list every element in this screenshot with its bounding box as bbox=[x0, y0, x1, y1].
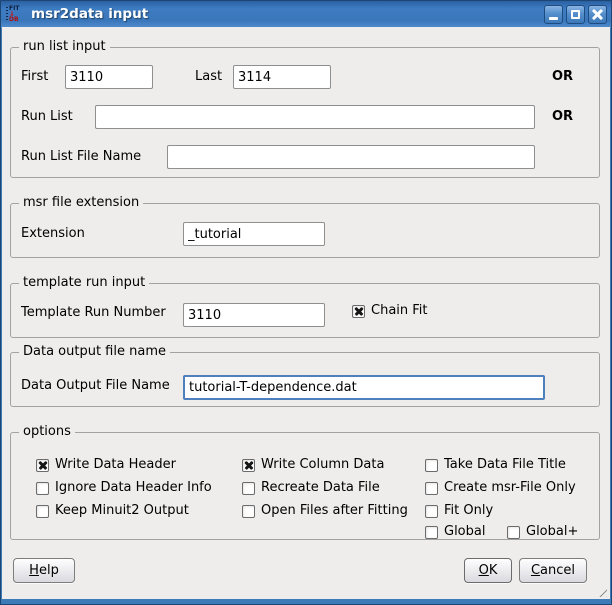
checkbox-icon bbox=[36, 482, 49, 495]
minimize-icon[interactable] bbox=[544, 5, 563, 24]
ignore-data-header-info-checkbox[interactable]: Ignore Data Header Info bbox=[36, 478, 212, 498]
global-plus-checkbox[interactable]: Global+ bbox=[507, 522, 578, 542]
help-button[interactable]: Help bbox=[13, 558, 75, 583]
group-template-run-input: template run input Template Run Number C… bbox=[10, 283, 600, 338]
keep-minuit2-output-checkbox[interactable]: Keep Minuit2 Output bbox=[36, 501, 189, 521]
checkbox-icon bbox=[425, 505, 438, 518]
run-list-input[interactable] bbox=[95, 105, 535, 129]
checkbox-label: Global+ bbox=[526, 524, 578, 540]
checkbox-label: Keep Minuit2 Output bbox=[55, 503, 189, 519]
checkbox-label: Recreate Data File bbox=[261, 480, 380, 496]
checkbox-label: Open Files after Fitting bbox=[261, 503, 408, 519]
template-run-number-input[interactable] bbox=[183, 303, 325, 327]
write-column-data-checkbox[interactable]: Write Column Data bbox=[242, 455, 384, 475]
run-list-label: Run List bbox=[21, 109, 73, 125]
data-output-file-name-input[interactable] bbox=[183, 375, 545, 400]
or-label-2: OR bbox=[552, 109, 573, 125]
group-title-options: options bbox=[19, 424, 75, 440]
checkbox-label: Ignore Data Header Info bbox=[55, 480, 212, 496]
extension-label: Extension bbox=[21, 226, 85, 242]
ok-button[interactable]: OK bbox=[464, 558, 512, 583]
checkbox-label: Take Data File Title bbox=[444, 457, 566, 473]
checkbox-label: Fit Only bbox=[444, 503, 493, 519]
group-msr-file-extension: msr file extension Extension bbox=[10, 203, 600, 258]
data-output-file-name-label: Data Output File Name bbox=[21, 378, 170, 394]
group-data-output-file-name: Data output file name Data Output File N… bbox=[10, 352, 600, 407]
close-icon[interactable] bbox=[588, 5, 607, 24]
checkbox-label: Global bbox=[444, 524, 485, 540]
checkbox-label: Write Column Data bbox=[261, 457, 384, 473]
run-list-file-name-input[interactable] bbox=[167, 145, 535, 169]
create-msr-file-only-checkbox[interactable]: Create msr-File Only bbox=[425, 478, 576, 498]
group-options: options Write Data Header Ignore Data He… bbox=[10, 432, 600, 540]
open-files-after-fitting-checkbox[interactable]: Open Files after Fitting bbox=[242, 501, 408, 521]
group-run-list-input: run list input First Last OR Run List OR… bbox=[10, 47, 600, 178]
extension-input[interactable] bbox=[183, 222, 325, 246]
checkbox-icon bbox=[425, 526, 438, 539]
last-label: Last bbox=[195, 69, 222, 85]
or-label-1: OR bbox=[552, 69, 573, 85]
msr2data-dialog: FIT ↓ DB msr2data input run list input F… bbox=[0, 0, 612, 605]
group-title-run-list: run list input bbox=[19, 39, 110, 55]
last-input[interactable] bbox=[233, 65, 331, 89]
chain-fit-label: Chain Fit bbox=[371, 303, 428, 319]
checkbox-icon bbox=[425, 482, 438, 495]
chain-fit-checkbox[interactable]: Chain Fit bbox=[352, 301, 428, 321]
cancel-button[interactable]: Cancel bbox=[519, 558, 587, 583]
group-title-template-run: template run input bbox=[19, 275, 149, 291]
checkbox-icon bbox=[242, 482, 255, 495]
checkbox-icon bbox=[242, 505, 255, 518]
fit-only-checkbox[interactable]: Fit Only bbox=[425, 501, 493, 521]
checkbox-icon bbox=[425, 459, 438, 472]
write-data-header-checkbox[interactable]: Write Data Header bbox=[36, 455, 176, 475]
first-input[interactable] bbox=[65, 65, 153, 89]
recreate-data-file-checkbox[interactable]: Recreate Data File bbox=[242, 478, 380, 498]
checkbox-icon bbox=[36, 505, 49, 518]
titlebar: FIT ↓ DB msr2data input bbox=[1, 1, 611, 28]
window-title: msr2data input bbox=[31, 6, 148, 22]
checkbox-icon bbox=[36, 459, 49, 472]
take-data-file-title-checkbox[interactable]: Take Data File Title bbox=[425, 455, 566, 475]
checkbox-label: Write Data Header bbox=[55, 457, 176, 473]
template-run-number-label: Template Run Number bbox=[21, 305, 166, 321]
run-list-file-name-label: Run List File Name bbox=[21, 149, 141, 165]
checkbox-icon bbox=[507, 526, 520, 539]
checkbox-icon bbox=[242, 459, 255, 472]
checkbox-label: Create msr-File Only bbox=[444, 480, 576, 496]
first-label: First bbox=[21, 69, 48, 85]
group-title-data-output: Data output file name bbox=[19, 344, 170, 360]
msr2data-app-icon: FIT ↓ DB bbox=[6, 3, 29, 25]
checkbox-icon bbox=[352, 305, 365, 318]
global-checkbox[interactable]: Global bbox=[425, 522, 485, 542]
maximize-icon[interactable] bbox=[566, 5, 585, 24]
group-title-msr-extension: msr file extension bbox=[19, 195, 143, 211]
icon-text-db: DB bbox=[9, 17, 19, 23]
